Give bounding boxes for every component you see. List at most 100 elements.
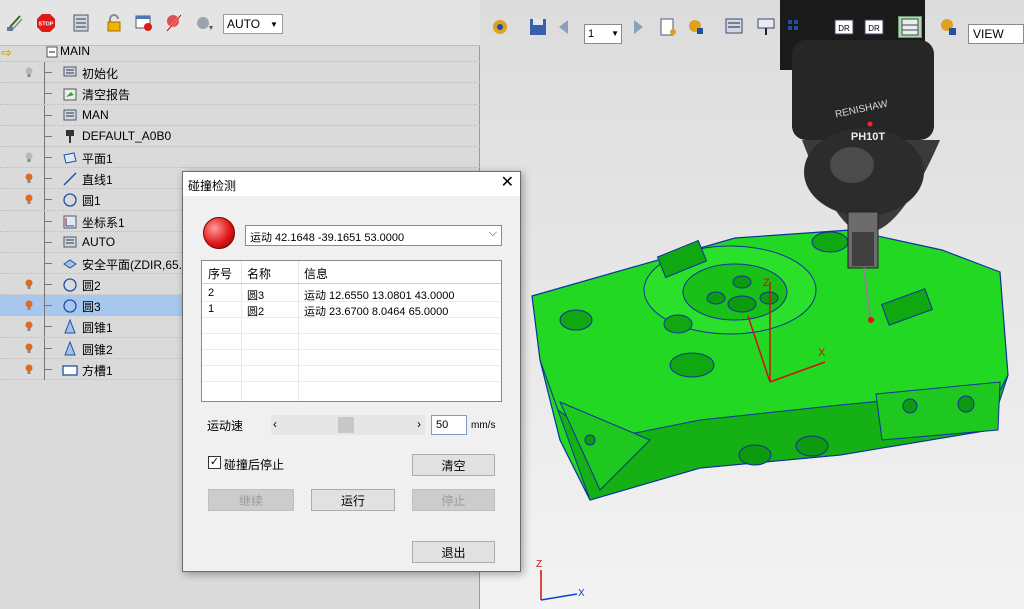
tree-item[interactable]: 清空报告 <box>0 83 480 105</box>
mode-select-value: AUTO <box>227 17 261 31</box>
dimension-export-icon[interactable]: DR <box>862 16 886 38</box>
page-select[interactable]: 1 ▼ <box>584 24 622 44</box>
tree-item[interactable]: DEFAULT_A0B0 <box>0 125 480 147</box>
view-probe-icon[interactable] <box>684 16 708 38</box>
collision-table: 序号 名称 信息 2 圆3 运动 12.6550 13.0801 43.0000… <box>201 260 502 402</box>
save-icon[interactable] <box>526 16 550 38</box>
lightbulb-icon[interactable] <box>22 171 36 185</box>
circle-icon <box>62 277 78 293</box>
tree-item[interactable]: MAN <box>0 104 480 126</box>
slider-right-icon[interactable]: › <box>417 417 421 431</box>
collision-detection-dialog: 碰撞检测 ✕ 运动 42.1648 -39.1651 53.0000 ⌵ 序号 … <box>182 171 521 572</box>
part-axis-z-label: Z <box>763 277 770 289</box>
row-name: 圆2 <box>247 306 265 318</box>
slider-left-icon[interactable]: ‹ <box>273 417 277 431</box>
tree-root-main[interactable]: ⇨ MAIN <box>0 41 480 63</box>
chevron-down-icon: ▼ <box>270 19 278 29</box>
camera-settings-icon[interactable] <box>488 16 512 38</box>
slider-thumb[interactable] <box>338 417 354 433</box>
cad-scene: Z X RENISHAW PH10T Z X <box>531 0 1009 601</box>
tree-item-label: MAN <box>82 107 109 122</box>
tree-item-label: 圆2 <box>82 279 101 294</box>
collision-status-led-icon <box>203 217 235 249</box>
view-select[interactable]: VIEW <box>968 24 1024 44</box>
lightbulb-icon[interactable] <box>22 298 36 312</box>
tree-item-label: 方槽1 <box>82 363 113 378</box>
prev-arrow-icon[interactable] <box>552 16 576 38</box>
row-info: 运动 12.6550 13.0801 43.0000 <box>304 290 455 302</box>
sphere-icon[interactable] <box>193 12 215 34</box>
svg-text:DR: DR <box>838 24 850 33</box>
clear-button[interactable]: 清空 <box>412 454 495 476</box>
unlock-icon[interactable] <box>103 12 125 34</box>
new-page-icon[interactable] <box>656 16 680 38</box>
mode-auto-icon <box>62 235 78 251</box>
stop-icon[interactable]: STOP <box>35 12 57 34</box>
tree-item-label: 安全平面(ZDIR,65.0 <box>82 257 189 272</box>
stop-on-collision-label: 碰撞后停止 <box>224 458 285 472</box>
dialog-title: 碰撞检测 <box>188 179 237 193</box>
report-clear-icon <box>62 86 78 102</box>
dimension-view-icon[interactable]: DR <box>832 16 856 38</box>
coordinate-system-icon <box>62 214 78 230</box>
dialog-title-bar: 碰撞检测 ✕ <box>183 172 520 196</box>
tree-item[interactable]: 平面1 <box>0 146 480 169</box>
lightbulb-icon[interactable] <box>22 192 36 206</box>
probe-mode-icon[interactable] <box>754 16 778 38</box>
tree-item[interactable]: 初始化 <box>0 62 480 84</box>
tree-item-label: 圆3 <box>82 300 101 315</box>
lightbulb-icon[interactable] <box>22 150 36 164</box>
circle-icon <box>62 192 78 208</box>
lightbulb-icon[interactable] <box>22 277 36 291</box>
exit-button[interactable]: 退出 <box>412 541 495 563</box>
part-axis-x-label: X <box>818 347 826 359</box>
probe-model-label: PH10T <box>851 131 886 143</box>
grid-menu-icon[interactable] <box>784 16 808 38</box>
slot-icon <box>62 362 78 378</box>
close-icon[interactable]: ✕ <box>501 174 514 192</box>
plane-icon <box>62 150 78 166</box>
tree-item-label: 圆锥2 <box>82 342 113 357</box>
tree-item-label: 坐标系1 <box>82 215 125 230</box>
stop-on-collision-checkbox[interactable]: ✓ <box>208 456 221 469</box>
speed-input[interactable]: 50 <box>431 415 467 435</box>
graphics-view[interactable]: Z X RENISHAW PH10T Z X 1 ▼ DR DR VIEW <box>480 0 1024 609</box>
speed-label: 运动速 <box>207 419 244 433</box>
cone-icon <box>62 319 78 335</box>
lightbulb-icon[interactable] <box>22 341 36 355</box>
record-window-icon[interactable] <box>133 12 155 34</box>
speed-slider[interactable]: ‹ › <box>271 415 425 435</box>
svg-text:DR: DR <box>868 24 880 33</box>
minus-box-icon <box>44 44 60 60</box>
status-combo[interactable]: 运动 42.1648 -39.1651 53.0000 ⌵ <box>245 225 502 246</box>
tree-item-label: 初始化 <box>82 67 119 82</box>
program-list-icon[interactable] <box>70 12 92 34</box>
triad-x-label: X <box>578 588 585 599</box>
row-info: 运动 23.6700 8.0464 65.0000 <box>304 306 449 318</box>
lightbulb-icon[interactable] <box>22 65 36 79</box>
mode-select[interactable]: AUTO ▼ <box>223 14 283 34</box>
run-button[interactable]: 运行 <box>311 489 395 511</box>
chevron-down-icon: ⌵ <box>488 227 497 239</box>
collision-icon[interactable] <box>163 12 185 34</box>
mode-man-icon <box>62 108 78 124</box>
lightbulb-icon[interactable] <box>22 362 36 376</box>
probe-setup-icon[interactable] <box>936 16 960 38</box>
column-header-info: 信息 <box>304 267 329 281</box>
row-index: 1 <box>208 303 215 315</box>
lightbulb-icon[interactable] <box>22 319 36 333</box>
row-index: 2 <box>208 287 215 299</box>
layout-toggle-icon[interactable] <box>898 16 922 38</box>
page-select-value: 1 <box>588 28 595 40</box>
graphics-toolbar: 1 ▼ DR DR VIEW <box>480 8 1024 46</box>
stop-button[interactable]: 停止 <box>412 489 495 511</box>
line-icon <box>62 171 78 187</box>
report-view-icon[interactable] <box>722 16 746 38</box>
row-name: 圆3 <box>247 290 265 302</box>
svg-text:STOP: STOP <box>39 22 54 28</box>
next-arrow-icon[interactable] <box>626 16 650 38</box>
column-header-index: 序号 <box>208 267 233 281</box>
cone-icon <box>62 340 78 357</box>
edit-wand-icon[interactable] <box>4 12 26 34</box>
continue-button[interactable]: 继续 <box>208 489 294 511</box>
